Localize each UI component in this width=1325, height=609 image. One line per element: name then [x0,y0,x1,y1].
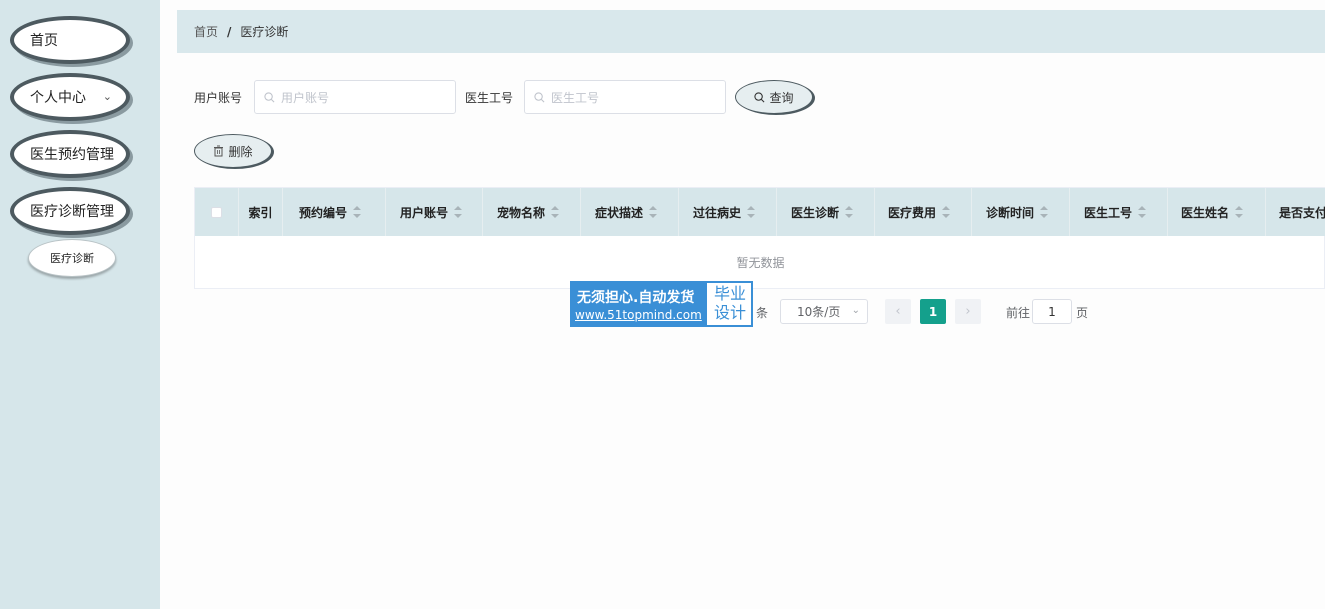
column-header[interactable]: 宠物名称 [483,188,581,236]
column-label: 诊断时间 [986,205,1035,220]
watermark-right: 毕业 设计 [710,284,750,322]
select-all-checkbox[interactable] [211,206,222,218]
page-suffix: 页 [1076,306,1089,320]
watermark-line1: 无须担心.自动发货 [577,290,695,306]
goto-page-input[interactable]: 1 [1032,299,1072,324]
query-button-label: 查询 [769,90,794,105]
sidebar-item-medical-diagnosis[interactable]: 医疗诊断管理 [10,187,130,235]
sidebar-item-label: 医生预约管理 [30,147,114,163]
sidebar-item-label: 个人中心 [30,90,86,106]
user-account-placeholder: 用户账号 [281,90,330,105]
trash-icon [214,145,224,157]
watermark-right-line1: 毕业 [713,284,746,303]
column-label: 过往病史 [693,205,742,220]
column-header[interactable]: 医生姓名 [1168,188,1266,236]
breadcrumb-home[interactable]: 首页 [194,23,218,40]
chevron-down-icon: ⌄ [851,305,860,316]
column-label: 预约编号 [299,205,348,220]
column-label: 医生诊断 [791,205,840,220]
sort-icon[interactable] [845,206,854,218]
column-label: 宠物名称 [497,205,546,220]
doctor-id-placeholder: 医生工号 [551,90,600,105]
pagination-total-suffix: 条 [756,306,769,320]
sort-icon[interactable] [454,206,463,218]
watermark-left: 无须担心.自动发货 www.51topmind.com [572,283,707,325]
doctor-id-input[interactable]: 医生工号 [524,80,726,114]
empty-text: 暂无数据 [736,255,785,270]
goto-label: 前往 [1006,306,1031,320]
sidebar-subitem-diagnosis[interactable]: 医疗诊断 [28,239,116,277]
sort-icon[interactable] [1235,206,1244,218]
query-button[interactable]: 查询 [735,80,813,114]
user-account-input[interactable]: 用户账号 [254,80,456,114]
chevron-down-icon: ⌄ [102,90,112,103]
sort-icon[interactable] [1138,206,1147,218]
chevron-left-icon: ‹ [895,304,901,319]
chevron-right-icon: › [965,304,971,319]
column-header[interactable]: 医生诊断 [777,188,875,236]
column-header[interactable]: 预约编号 [283,188,386,236]
column-label: 医生工号 [1084,205,1133,220]
breadcrumb: 首页 / 医疗诊断 [177,10,1325,53]
column-label: 索引 [248,205,273,220]
search-icon [754,91,765,102]
page-size-select[interactable]: 10条/页 ⌄ [780,299,868,324]
sort-icon[interactable] [1040,206,1049,218]
user-account-label: 用户账号 [194,91,243,105]
column-label: 医生姓名 [1181,205,1230,220]
sort-icon[interactable] [747,206,756,218]
column-header: 索引 [239,188,283,236]
column-label: 用户账号 [400,205,449,220]
sort-icon[interactable] [942,206,951,218]
watermark: 无须担心.自动发货 www.51topmind.com 毕业 设计 [570,281,753,327]
select-all-checkbox-cell [195,188,239,236]
column-label: 症状描述 [595,205,644,220]
column-header[interactable]: 诊断时间 [972,188,1070,236]
sidebar-item-doctor-appointment[interactable]: 医生预约管理 [10,130,130,178]
column-header[interactable]: 医生工号 [1070,188,1168,236]
delete-button[interactable]: 删除 [194,134,272,168]
sort-icon[interactable] [649,206,658,218]
sidebar-item-label: 医疗诊断管理 [30,204,114,220]
column-label: 医疗费用 [888,205,937,220]
data-table: 索引 预约编号 用户账号 宠物名称 症状描述 过往病史 医生诊断 医疗费用 诊断… [194,187,1325,289]
breadcrumb-current: 医疗诊断 [240,25,289,39]
prev-page-button[interactable]: ‹ [885,299,911,324]
search-icon [534,91,545,102]
column-header[interactable]: 过往病史 [679,188,777,236]
sidebar-item-personal-center[interactable]: 个人中心 ⌄ [10,73,130,121]
page-size-value: 10条/页 [797,305,841,319]
column-label: 是否支付 [1279,205,1325,220]
page-number-button[interactable]: 1 [920,299,946,324]
table-header: 索引 预约编号 用户账号 宠物名称 症状描述 过往病史 医生诊断 医疗费用 诊断… [195,188,1325,236]
column-header[interactable]: 用户账号 [386,188,483,236]
column-header[interactable]: 是否支付 [1266,188,1325,236]
delete-button-label: 删除 [228,144,253,159]
sidebar-item-home[interactable]: 首页 [10,16,130,64]
sort-icon[interactable] [551,206,560,218]
watermark-link: www.51topmind.com [575,308,702,322]
sidebar-item-label: 首页 [30,33,58,49]
sidebar: 首页 个人中心 ⌄ 医生预约管理 医疗诊断管理 医疗诊断 [0,0,160,609]
breadcrumb-separator: / [227,24,232,39]
sort-icon[interactable] [353,206,362,218]
doctor-id-label: 医生工号 [465,91,514,105]
column-header[interactable]: 医疗费用 [875,188,972,236]
next-page-button[interactable]: › [955,299,981,324]
column-header[interactable]: 症状描述 [581,188,679,236]
search-icon [264,91,275,102]
sidebar-subitem-label: 医疗诊断 [50,252,94,265]
watermark-right-line2: 设计 [713,303,746,322]
